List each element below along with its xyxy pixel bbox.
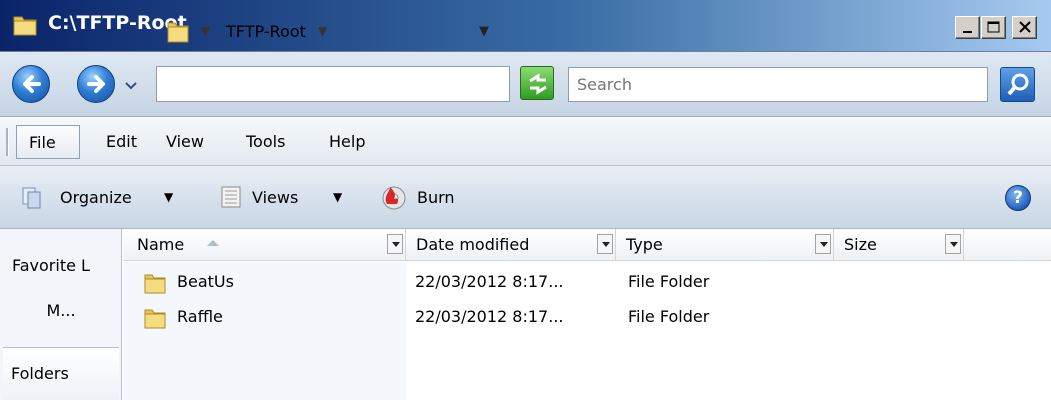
folder-icon bbox=[144, 309, 166, 329]
navigation-pane: Favorite L M... Folders bbox=[0, 229, 122, 400]
search-icon bbox=[1007, 73, 1029, 96]
search-box[interactable] bbox=[568, 67, 988, 102]
help-icon[interactable]: ? bbox=[1005, 185, 1031, 211]
search-button[interactable] bbox=[1000, 67, 1035, 102]
address-folder-icon bbox=[167, 22, 189, 43]
organize-button[interactable]: Organize bbox=[60, 188, 132, 207]
file-name: BeatUs bbox=[177, 272, 234, 291]
file-date: 22/03/2012 8:17... bbox=[415, 272, 564, 291]
maximize-button[interactable] bbox=[981, 16, 1006, 39]
type-filter-dropdown-icon[interactable] bbox=[815, 234, 831, 254]
address-field[interactable] bbox=[156, 66, 510, 102]
views-button[interactable]: Views bbox=[252, 188, 298, 207]
refresh-button[interactable] bbox=[520, 66, 554, 100]
sort-ascending-icon bbox=[207, 240, 219, 246]
back-button[interactable] bbox=[12, 65, 50, 103]
close-button[interactable] bbox=[1012, 16, 1037, 39]
menu-file[interactable]: File bbox=[16, 125, 80, 159]
address-path-segment[interactable]: TFTP-Root bbox=[226, 22, 306, 41]
favorite-links-header[interactable]: Favorite L bbox=[3, 249, 119, 289]
table-row[interactable]: Raffle 22/03/2012 8:17... File Folder bbox=[123, 303, 1051, 333]
menu-help[interactable]: Help bbox=[329, 132, 365, 151]
menu-bar: File Edit View Tools Help bbox=[0, 118, 1051, 166]
column-header-row: Name Date modified Type Size bbox=[123, 229, 1051, 261]
menu-view[interactable]: View bbox=[166, 132, 204, 151]
menu-edit[interactable]: Edit bbox=[106, 132, 137, 151]
folders-toggle[interactable]: Folders bbox=[3, 347, 119, 400]
column-header-type[interactable]: Type bbox=[616, 229, 834, 261]
minimize-icon bbox=[963, 31, 972, 33]
folder-icon bbox=[13, 16, 37, 36]
menu-tools[interactable]: Tools bbox=[246, 132, 285, 151]
date-filter-dropdown-icon[interactable] bbox=[597, 234, 613, 254]
name-filter-dropdown-icon[interactable] bbox=[387, 234, 403, 254]
organize-icon bbox=[22, 187, 41, 209]
recent-pages-dropdown-icon[interactable] bbox=[121, 76, 141, 94]
file-name: Raffle bbox=[177, 307, 223, 326]
organize-dropdown-icon[interactable]: ▼ bbox=[164, 190, 173, 204]
path-segment-dropdown-icon[interactable]: ▼ bbox=[318, 24, 327, 38]
more-links[interactable]: M... bbox=[0, 301, 122, 320]
burn-button[interactable]: Burn bbox=[417, 188, 455, 207]
maximize-icon bbox=[987, 21, 1000, 33]
views-icon bbox=[221, 186, 241, 208]
file-type: File Folder bbox=[628, 272, 710, 291]
column-date-label: Date modified bbox=[416, 235, 530, 254]
minimize-button[interactable] bbox=[955, 16, 980, 39]
refresh-icon bbox=[529, 73, 547, 95]
burn-icon bbox=[382, 186, 406, 210]
title-bar: C:\TFTP-Root bbox=[0, 0, 1051, 52]
forward-arrow-icon bbox=[87, 75, 105, 93]
command-bar: Organize ▼ Views ▼ Burn ? bbox=[0, 166, 1051, 229]
table-row[interactable]: BeatUs 22/03/2012 8:17... File Folder bbox=[123, 268, 1051, 298]
menu-file-label: File bbox=[29, 133, 56, 152]
column-header-date[interactable]: Date modified bbox=[406, 229, 616, 261]
folders-label: Folders bbox=[11, 364, 69, 383]
address-history-dropdown-icon[interactable]: ▼ bbox=[479, 24, 489, 39]
size-filter-dropdown-icon[interactable] bbox=[945, 234, 961, 254]
file-list: Name Date modified Type Size BeatUs 22/0… bbox=[123, 229, 1051, 400]
column-type-label: Type bbox=[626, 235, 663, 254]
views-dropdown-icon[interactable]: ▼ bbox=[333, 190, 342, 204]
close-icon bbox=[1019, 21, 1031, 33]
search-input[interactable] bbox=[569, 68, 987, 101]
column-header-name[interactable]: Name bbox=[123, 229, 406, 261]
file-date: 22/03/2012 8:17... bbox=[415, 307, 564, 326]
column-name-label: Name bbox=[137, 235, 185, 254]
column-size-label: Size bbox=[844, 235, 877, 254]
forward-button[interactable] bbox=[77, 65, 115, 103]
folder-icon bbox=[144, 274, 166, 294]
back-arrow-icon bbox=[23, 75, 41, 93]
menu-grip[interactable] bbox=[6, 128, 9, 156]
file-type: File Folder bbox=[628, 307, 710, 326]
address-chevron-icon[interactable]: ▼ bbox=[201, 24, 210, 38]
column-header-size[interactable]: Size bbox=[834, 229, 964, 261]
